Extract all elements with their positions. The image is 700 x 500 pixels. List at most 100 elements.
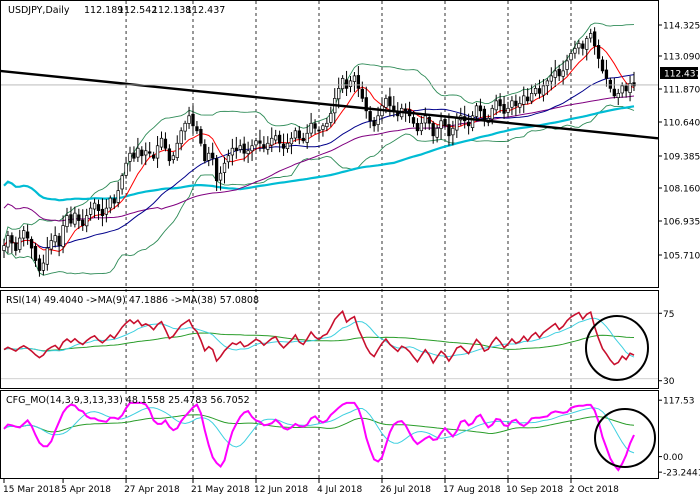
- time-axis-label: 15 Mar 2018: [3, 485, 60, 495]
- candle-body: [526, 96, 530, 102]
- candle-body: [69, 214, 73, 224]
- candle-body: [120, 175, 124, 190]
- candle-body: [108, 197, 112, 209]
- candle-body: [541, 85, 546, 96]
- candle-body: [522, 95, 526, 105]
- candle-body: [506, 107, 510, 113]
- candle-body: [6, 235, 10, 248]
- candle-body: [451, 127, 455, 136]
- time-axis-label: 17 Aug 2018: [443, 485, 501, 495]
- candle-body: [285, 142, 290, 149]
- candle-body: [191, 113, 195, 127]
- candle-body: [612, 88, 616, 97]
- candle-body: [596, 45, 601, 59]
- price-axis-label: 105.710: [663, 252, 700, 262]
- candle-body: [270, 137, 274, 146]
- candle-body: [368, 111, 372, 122]
- candle-body: [577, 43, 581, 49]
- cfg-axis-label: 117.53: [663, 397, 695, 407]
- candle-body: [61, 225, 65, 247]
- candle-body: [155, 145, 160, 159]
- candle-body: [163, 138, 168, 149]
- time-axis-label: 12 Jun 2018: [254, 485, 308, 495]
- price-axis-label: 111.870: [663, 86, 700, 96]
- candle-body: [498, 99, 502, 107]
- candle-body: [569, 53, 573, 61]
- candle-body: [29, 238, 34, 249]
- candle-body: [151, 154, 156, 159]
- candle-body: [144, 150, 148, 156]
- candle-body: [502, 104, 506, 114]
- time-axis-label: 4 Jul 2018: [317, 485, 362, 495]
- candle-body: [301, 137, 305, 142]
- candle-body: [348, 80, 353, 87]
- candle-body: [77, 214, 81, 221]
- price-axis-label: 108.160: [663, 185, 700, 195]
- candle-body: [490, 107, 494, 120]
- candle-body: [128, 152, 132, 162]
- candle-body: [195, 126, 199, 132]
- chart-window: 114.325 113.090 111.870 110.640 109.385 108.1…: [0, 0, 700, 500]
- candle-body: [415, 123, 420, 132]
- candle-body: [175, 142, 179, 158]
- candle-body: [372, 120, 376, 127]
- candle-body: [199, 129, 203, 144]
- time-axis-label: 10 Sep 2018: [506, 485, 563, 495]
- symbol-label: USDJPY,Daily: [8, 5, 70, 16]
- candle-body: [159, 137, 164, 148]
- candle-body: [585, 38, 589, 50]
- candle-body: [632, 82, 636, 87]
- candle-body: [514, 100, 518, 107]
- cfg-axis-label: 0.00: [663, 453, 683, 463]
- candle-body: [2, 245, 6, 251]
- candle-body: [561, 70, 565, 77]
- price-axis-label: 110.640: [663, 119, 700, 129]
- candle-body: [293, 130, 298, 139]
- candle-body: [557, 68, 561, 77]
- candle-body: [321, 125, 325, 130]
- candle-body: [277, 134, 282, 144]
- candle-body: [600, 59, 605, 72]
- price-axis-label: 113.090: [663, 53, 700, 63]
- candle-body: [313, 123, 317, 129]
- candle-body: [25, 231, 30, 239]
- candle-body: [124, 162, 128, 176]
- candle-body: [250, 145, 254, 152]
- time-axis-label: 27 Apr 2018: [124, 485, 180, 495]
- candle-body: [356, 75, 361, 89]
- candle-body: [384, 97, 388, 108]
- cfg-header: CFG_MO(14,3,9,3,13,33) 48.1558 25.4783 5…: [6, 395, 250, 406]
- rsi-axis-label: 30: [663, 377, 675, 387]
- candle-body: [455, 117, 459, 131]
- candle-body: [340, 78, 345, 90]
- candle-body: [616, 93, 620, 98]
- candle-body: [297, 130, 301, 139]
- candle-body: [466, 121, 471, 127]
- main-panel-frame: [0, 0, 659, 288]
- candle-body: [624, 85, 628, 92]
- price-axis-label: 106.935: [663, 218, 700, 228]
- candle-body: [518, 102, 522, 108]
- candle-body: [140, 149, 144, 157]
- candle-body: [337, 88, 341, 100]
- candle-body: [258, 140, 262, 144]
- candle-body: [10, 235, 14, 244]
- rsi-header: RSI(14) 49.4040 ->MA(9) 47.1886 ->MA(38)…: [6, 295, 259, 306]
- time-axis-label: 26 Jul 2018: [380, 485, 431, 495]
- candle-body: [242, 143, 246, 154]
- time-axis-label: 21 May 2018: [191, 485, 250, 495]
- candle-body: [230, 147, 235, 156]
- candle-body: [309, 122, 313, 134]
- candle-body: [529, 93, 534, 102]
- candle-body: [344, 79, 349, 89]
- time-axis-label: 5 Apr 2018: [61, 485, 111, 495]
- ohlc-close: 112.437: [186, 5, 225, 16]
- candle-body: [604, 69, 609, 79]
- candle-body: [388, 96, 392, 107]
- candle-body: [266, 142, 270, 150]
- candle-body: [281, 143, 286, 149]
- candle-body: [33, 245, 38, 261]
- candle-body: [238, 145, 242, 150]
- candle-body: [112, 198, 116, 204]
- candle-body: [411, 117, 416, 124]
